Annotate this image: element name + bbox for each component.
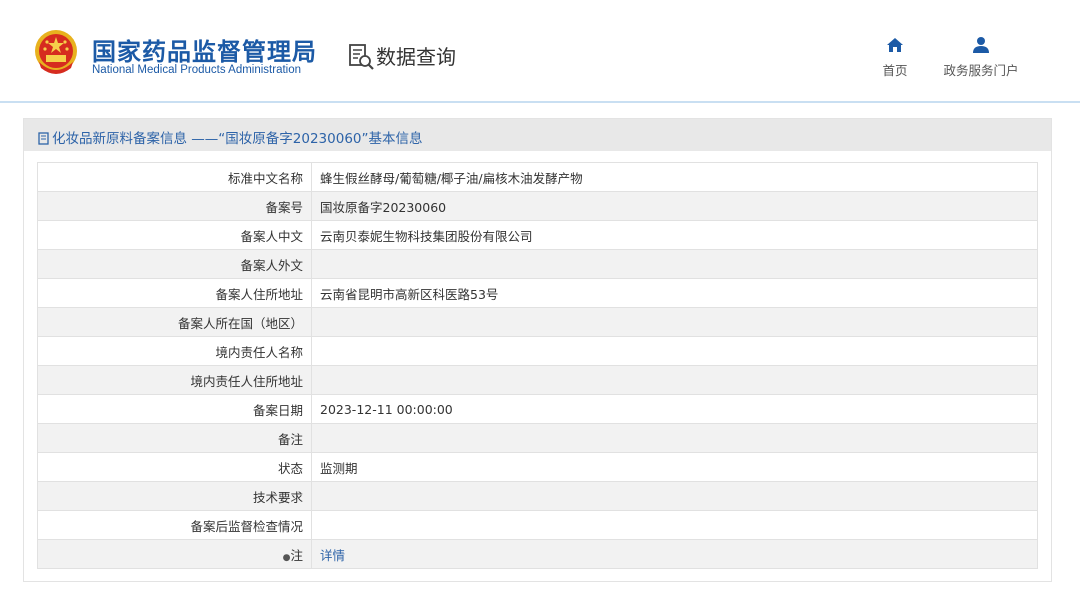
panel-title-label: 化妆品新原料备案信息 ——“国妆原备字20230060”基本信息 [52,131,423,147]
row-value: 国妆原备字20230060 [311,191,1038,221]
user-icon [973,37,989,53]
row-value [311,249,1038,279]
table-row: 备案人住所地址 云南省昆明市高新区科医路53号 [37,278,1038,308]
row-label: 境内责任人住所地址 [37,365,312,395]
national-emblem-icon [35,30,77,74]
table-row: 备案号 国妆原备字20230060 [37,191,1038,221]
header-divider [0,101,1080,103]
row-label: 备注 [37,423,312,453]
nav-service-portal[interactable]: 政务服务门户 [941,36,1021,79]
brand-name-cn: 国家药品监督管理局 [92,38,317,66]
table-row: 备案人外文 [37,249,1038,279]
row-label: 备案人外文 [37,249,312,279]
data-query-icon [349,44,374,70]
row-label: 技术要求 [37,481,312,511]
table-row: 备案日期 2023-12-11 00:00:00 [37,394,1038,424]
row-label: 备案人中文 [37,220,312,250]
row-value: 云南省昆明市高新区科医路53号 [311,278,1038,308]
row-value: 蜂生假丝酵母/葡萄糖/椰子油/扁核木油发酵产物 [311,162,1038,192]
row-value [311,365,1038,395]
site-header: 国家药品监督管理局 National Medical Products Admi… [0,0,1080,103]
table-row: 备案人中文 云南贝泰妮生物科技集团股份有限公司 [37,220,1038,250]
row-value: 监测期 [311,452,1038,482]
row-value: 2023-12-11 00:00:00 [311,394,1038,424]
row-value [311,510,1038,540]
table-row: 技术要求 [37,481,1038,511]
table-row: 状态 监测期 [37,452,1038,482]
row-label: 备案人住所地址 [37,278,312,308]
row-value [311,336,1038,366]
row-label: 备案后监督检查情况 [37,510,312,540]
row-value [311,423,1038,453]
brand-name-en: National Medical Products Administration [92,64,302,76]
info-panel: 化妆品新原料备案信息 ——“国妆原备字20230060”基本信息 标准中文名称蜂… [23,118,1052,582]
row-label: 备案日期 [37,394,312,424]
row-value [311,481,1038,511]
row-value: 云南贝泰妮生物科技集团股份有限公司 [311,220,1038,250]
nav-home[interactable]: 首页 [878,36,912,79]
row-label: 状态 [37,452,312,482]
row-value [311,307,1038,337]
data-query-title: 数据查询 [376,45,456,69]
table-row: 备案人所在国（地区） [37,307,1038,337]
row-label: 境内责任人名称 [37,336,312,366]
row-label: 标准中文名称 [37,162,312,192]
table-row: 境内责任人名称 [37,336,1038,366]
nav-home-label: 首页 [882,63,908,78]
row-label: 备案人所在国（地区） [37,307,312,337]
table-row: 境内责任人住所地址 [37,365,1038,395]
document-icon [38,132,49,145]
table-row: 备注 [37,423,1038,453]
home-icon [887,38,903,52]
row-value-note: 详情 [311,539,1038,569]
note-label: 注 [290,547,303,563]
row-label: 备案号 [37,191,312,221]
table-row: 标准中文名称 蜂生假丝酵母/葡萄糖/椰子油/扁核木油发酵产物 [37,162,1038,192]
table-row: 备案后监督检查情况 [37,510,1038,540]
info-table: 标准中文名称 蜂生假丝酵母/葡萄糖/椰子油/扁核木油发酵产物 备案号 国妆原备字20… [37,162,1038,569]
panel-title-bar: 化妆品新原料备案信息 ——“国妆原备字20230060”基本信息 [24,119,1051,151]
row-label-note: ●注 [37,539,312,569]
table-row: ●注 详情 [37,539,1038,569]
panel-title: 化妆品新原料备案信息 ——“国妆原备字20230060”基本信息 [38,127,423,147]
nav-portal-label: 政务服务门户 [943,63,1019,78]
details-link[interactable]: 详情 [320,548,345,563]
